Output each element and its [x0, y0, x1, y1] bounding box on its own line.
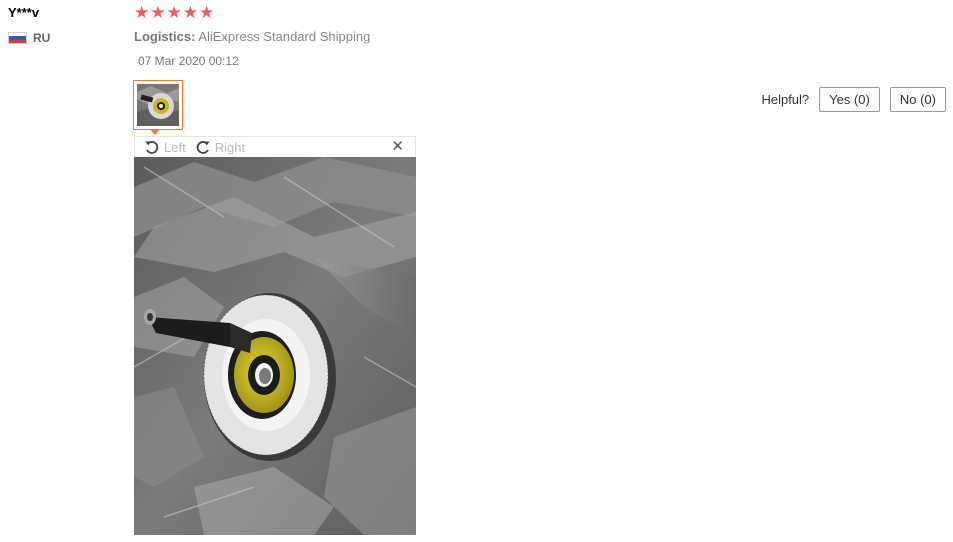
star-icon: ★ — [182, 3, 198, 22]
rotate-left-icon — [145, 141, 159, 154]
russia-flag-icon — [8, 32, 27, 44]
logistics-info: Logistics: AliExpress Standard Shipping — [134, 29, 370, 44]
rotate-right-icon — [196, 141, 210, 154]
reviewer-name: Y***v — [8, 5, 40, 20]
star-rating: ★ ★ ★ ★ ★ — [134, 4, 214, 22]
review-photo-image — [134, 157, 416, 535]
star-icon: ★ — [166, 3, 182, 22]
helpful-no-button[interactable]: No (0) — [889, 87, 946, 112]
star-icon: ★ — [134, 3, 150, 22]
star-icon: ★ — [150, 3, 166, 22]
rotate-left-button[interactable]: Left — [144, 139, 186, 155]
close-icon[interactable]: ✕ — [391, 138, 404, 156]
helpful-question: Helpful? — [761, 92, 810, 107]
review-date: 07 Mar 2020 00:12 — [138, 54, 239, 68]
star-icon: ★ — [199, 3, 215, 22]
rotate-left-label: Left — [164, 139, 186, 155]
photo-viewer-toolbar: Left Right ✕ — [134, 136, 416, 157]
thumbnail-image — [137, 84, 179, 126]
logistics-label: Logistics: — [134, 29, 196, 44]
review-photo — [134, 157, 416, 535]
reviewer-country: RU — [8, 31, 50, 45]
country-code: RU — [33, 31, 51, 45]
logistics-value: AliExpress Standard Shipping — [198, 29, 371, 44]
rotate-right-button[interactable]: Right — [195, 139, 245, 155]
thumbnail-pointer — [150, 129, 160, 135]
helpful-yes-button[interactable]: Yes (0) — [819, 87, 880, 112]
rotate-right-label: Right — [214, 139, 246, 155]
helpful-vote: Helpful? Yes (0) No (0) — [761, 87, 946, 112]
review-photo-thumbnail[interactable] — [133, 80, 183, 130]
